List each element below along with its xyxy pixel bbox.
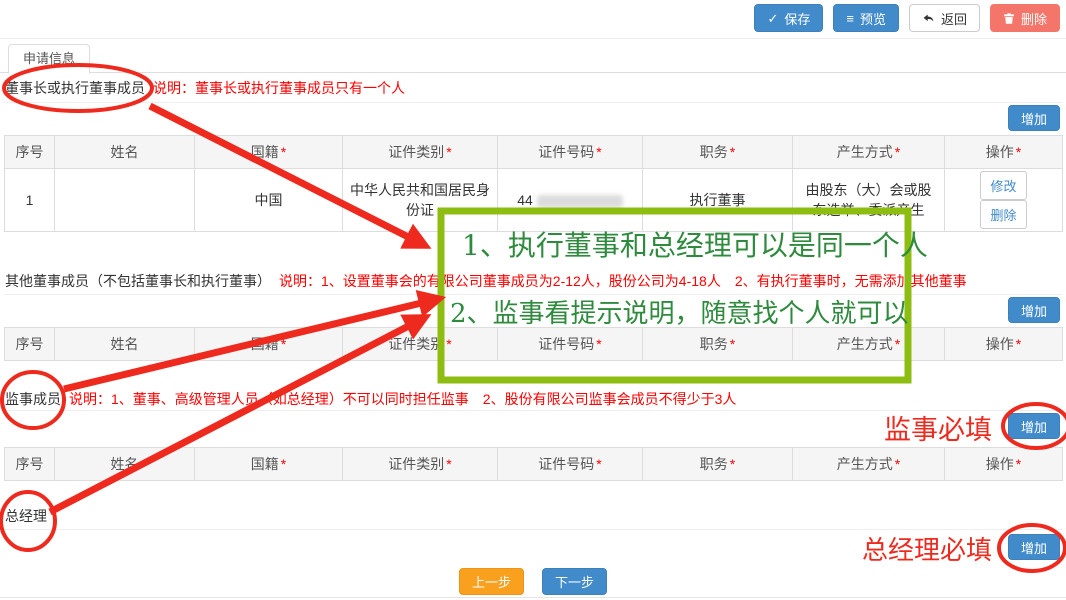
col-cert-type: 证件类别* (343, 136, 498, 169)
col-actions: 操作* (945, 328, 1063, 361)
col-position: 职务* (643, 448, 793, 481)
cell-cert-type: 中华人民共和国居民身份证 (343, 169, 498, 232)
add-chairman-button[interactable]: 增加 (1008, 105, 1060, 131)
list-icon: ≡ (846, 12, 854, 25)
col-seq: 序号 (5, 136, 55, 169)
save-button-label: 保存 (784, 9, 810, 28)
col-method: 产生方式* (793, 136, 945, 169)
annotation-general-manager-required: 总经理必填 (862, 530, 992, 567)
col-cert-type: 证件类别* (343, 448, 498, 481)
other-directors-table: 序号 姓名 国籍* 证件类别* 证件号码* 职务* 产生方式* 操作* (4, 327, 1063, 361)
col-name: 姓名 (55, 136, 195, 169)
col-nationality: 国籍* (195, 136, 343, 169)
col-cert-type: 证件类别* (343, 328, 498, 361)
col-seq: 序号 (5, 448, 55, 481)
table-row: 1 中国 中华人民共和国居民身份证 44 执行董事 由股东（大）会或股东选举、委… (5, 169, 1063, 232)
supervisors-title-text: 监事成员 (5, 391, 61, 407)
table-header-row: 序号 姓名 国籍* 证件类别* 证件号码* 职务* 产生方式* 操作* (5, 448, 1063, 481)
section-divider (4, 102, 1062, 103)
tab-application-info[interactable]: 申请信息 (8, 44, 90, 74)
section-title-general-manager: 总经理 (5, 506, 47, 526)
toolbar-divider (0, 38, 1066, 39)
footer-divider (0, 597, 1066, 598)
col-cert-no: 证件号码* (498, 448, 643, 481)
cell-name (55, 169, 195, 232)
redacted-cert-number (537, 195, 623, 208)
col-position: 职务* (643, 136, 793, 169)
save-button[interactable]: ✓ 保存 (754, 4, 823, 32)
col-name: 姓名 (55, 328, 195, 361)
edit-row-button[interactable]: 修改 (980, 171, 1026, 200)
tab-bar-divider (0, 72, 1066, 73)
cell-nationality: 中国 (195, 169, 343, 232)
cell-actions: 修改删除 (945, 169, 1063, 232)
footer-nav: 上一步 下一步 (0, 568, 1066, 595)
previous-step-button[interactable]: 上一步 (459, 568, 524, 595)
toolbar: ✓ 保存 ≡ 预览 返回 删除 (754, 4, 1060, 32)
col-actions: 操作* (945, 448, 1063, 481)
add-supervisor-button[interactable]: 增加 (1008, 413, 1060, 439)
other-directors-note-text: 说明：1、设置董事会的有限公司董事成员为2-12人，股份公司为4-18人 2、有… (279, 273, 967, 289)
section-divider (4, 294, 1062, 295)
back-button-label: 返回 (941, 9, 967, 28)
col-nationality: 国籍* (195, 448, 343, 481)
col-name: 姓名 (55, 448, 195, 481)
annotation-supervisor-required: 监事必填 (884, 408, 992, 447)
cell-cert-no: 44 (498, 169, 643, 232)
add-general-manager-button[interactable]: 增加 (1008, 534, 1060, 560)
cell-method: 由股东（大）会或股东选举、委派产生 (793, 169, 945, 232)
other-directors-title-text: 其他董事成员（不包括董事长和执行董事） (5, 273, 271, 289)
col-position: 职务* (643, 328, 793, 361)
col-method: 产生方式* (793, 328, 945, 361)
col-seq: 序号 (5, 328, 55, 361)
section-divider (4, 529, 1062, 530)
table-header-row: 序号 姓名 国籍* 证件类别* 证件号码* 职务* 产生方式* 操作* (5, 136, 1063, 169)
chairman-title-text: 董事长或执行董事成员 (5, 80, 145, 96)
preview-button[interactable]: ≡ 预览 (833, 4, 899, 32)
cell-seq: 1 (5, 169, 55, 232)
col-method: 产生方式* (793, 448, 945, 481)
next-step-button[interactable]: 下一步 (542, 568, 607, 595)
section-title-chairman: 董事长或执行董事成员说明：董事长或执行董事成员只有一个人 (5, 78, 405, 98)
application-form-page: ✓ 保存 ≡ 预览 返回 删除 申请信息 董事长或执行董事成员说明：董事长或执行… (0, 0, 1066, 600)
add-other-director-button[interactable]: 增加 (1008, 297, 1060, 323)
general-manager-title-text: 总经理 (5, 508, 47, 524)
delete-button-label: 删除 (1021, 9, 1047, 28)
check-icon: ✓ (767, 12, 778, 25)
annotation-tip-2: 2、监事看提示说明，随意找个人就可以 (450, 293, 909, 330)
cell-position: 执行董事 (643, 169, 793, 232)
back-button[interactable]: 返回 (909, 4, 980, 32)
chairman-table: 序号 姓名 国籍* 证件类别* 证件号码* 职务* 产生方式* 操作* 1 中国… (4, 135, 1063, 232)
delete-button[interactable]: 删除 (990, 4, 1060, 32)
col-actions: 操作* (945, 136, 1063, 169)
section-title-supervisors: 监事成员说明：1、董事、高级管理人员（如总经理）不可以同时担任监事 2、股份有限… (5, 389, 736, 409)
delete-row-button[interactable]: 删除 (980, 200, 1026, 229)
col-cert-no: 证件号码* (498, 328, 643, 361)
section-divider (4, 410, 1062, 411)
preview-button-label: 预览 (860, 9, 886, 28)
trash-icon (1003, 12, 1015, 25)
back-arrow-icon (922, 12, 935, 25)
table-header-row: 序号 姓名 国籍* 证件类别* 证件号码* 职务* 产生方式* 操作* (5, 328, 1063, 361)
supervisors-table: 序号 姓名 国籍* 证件类别* 证件号码* 职务* 产生方式* 操作* (4, 447, 1063, 481)
supervisors-note-text: 说明：1、董事、高级管理人员（如总经理）不可以同时担任监事 2、股份有限公司监事… (69, 391, 736, 407)
section-title-other-directors: 其他董事成员（不包括董事长和执行董事） 说明：1、设置董事会的有限公司董事成员为2… (5, 271, 967, 291)
chairman-note-text: 说明：董事长或执行董事成员只有一个人 (153, 80, 405, 96)
col-nationality: 国籍* (195, 328, 343, 361)
col-cert-no: 证件号码* (498, 136, 643, 169)
